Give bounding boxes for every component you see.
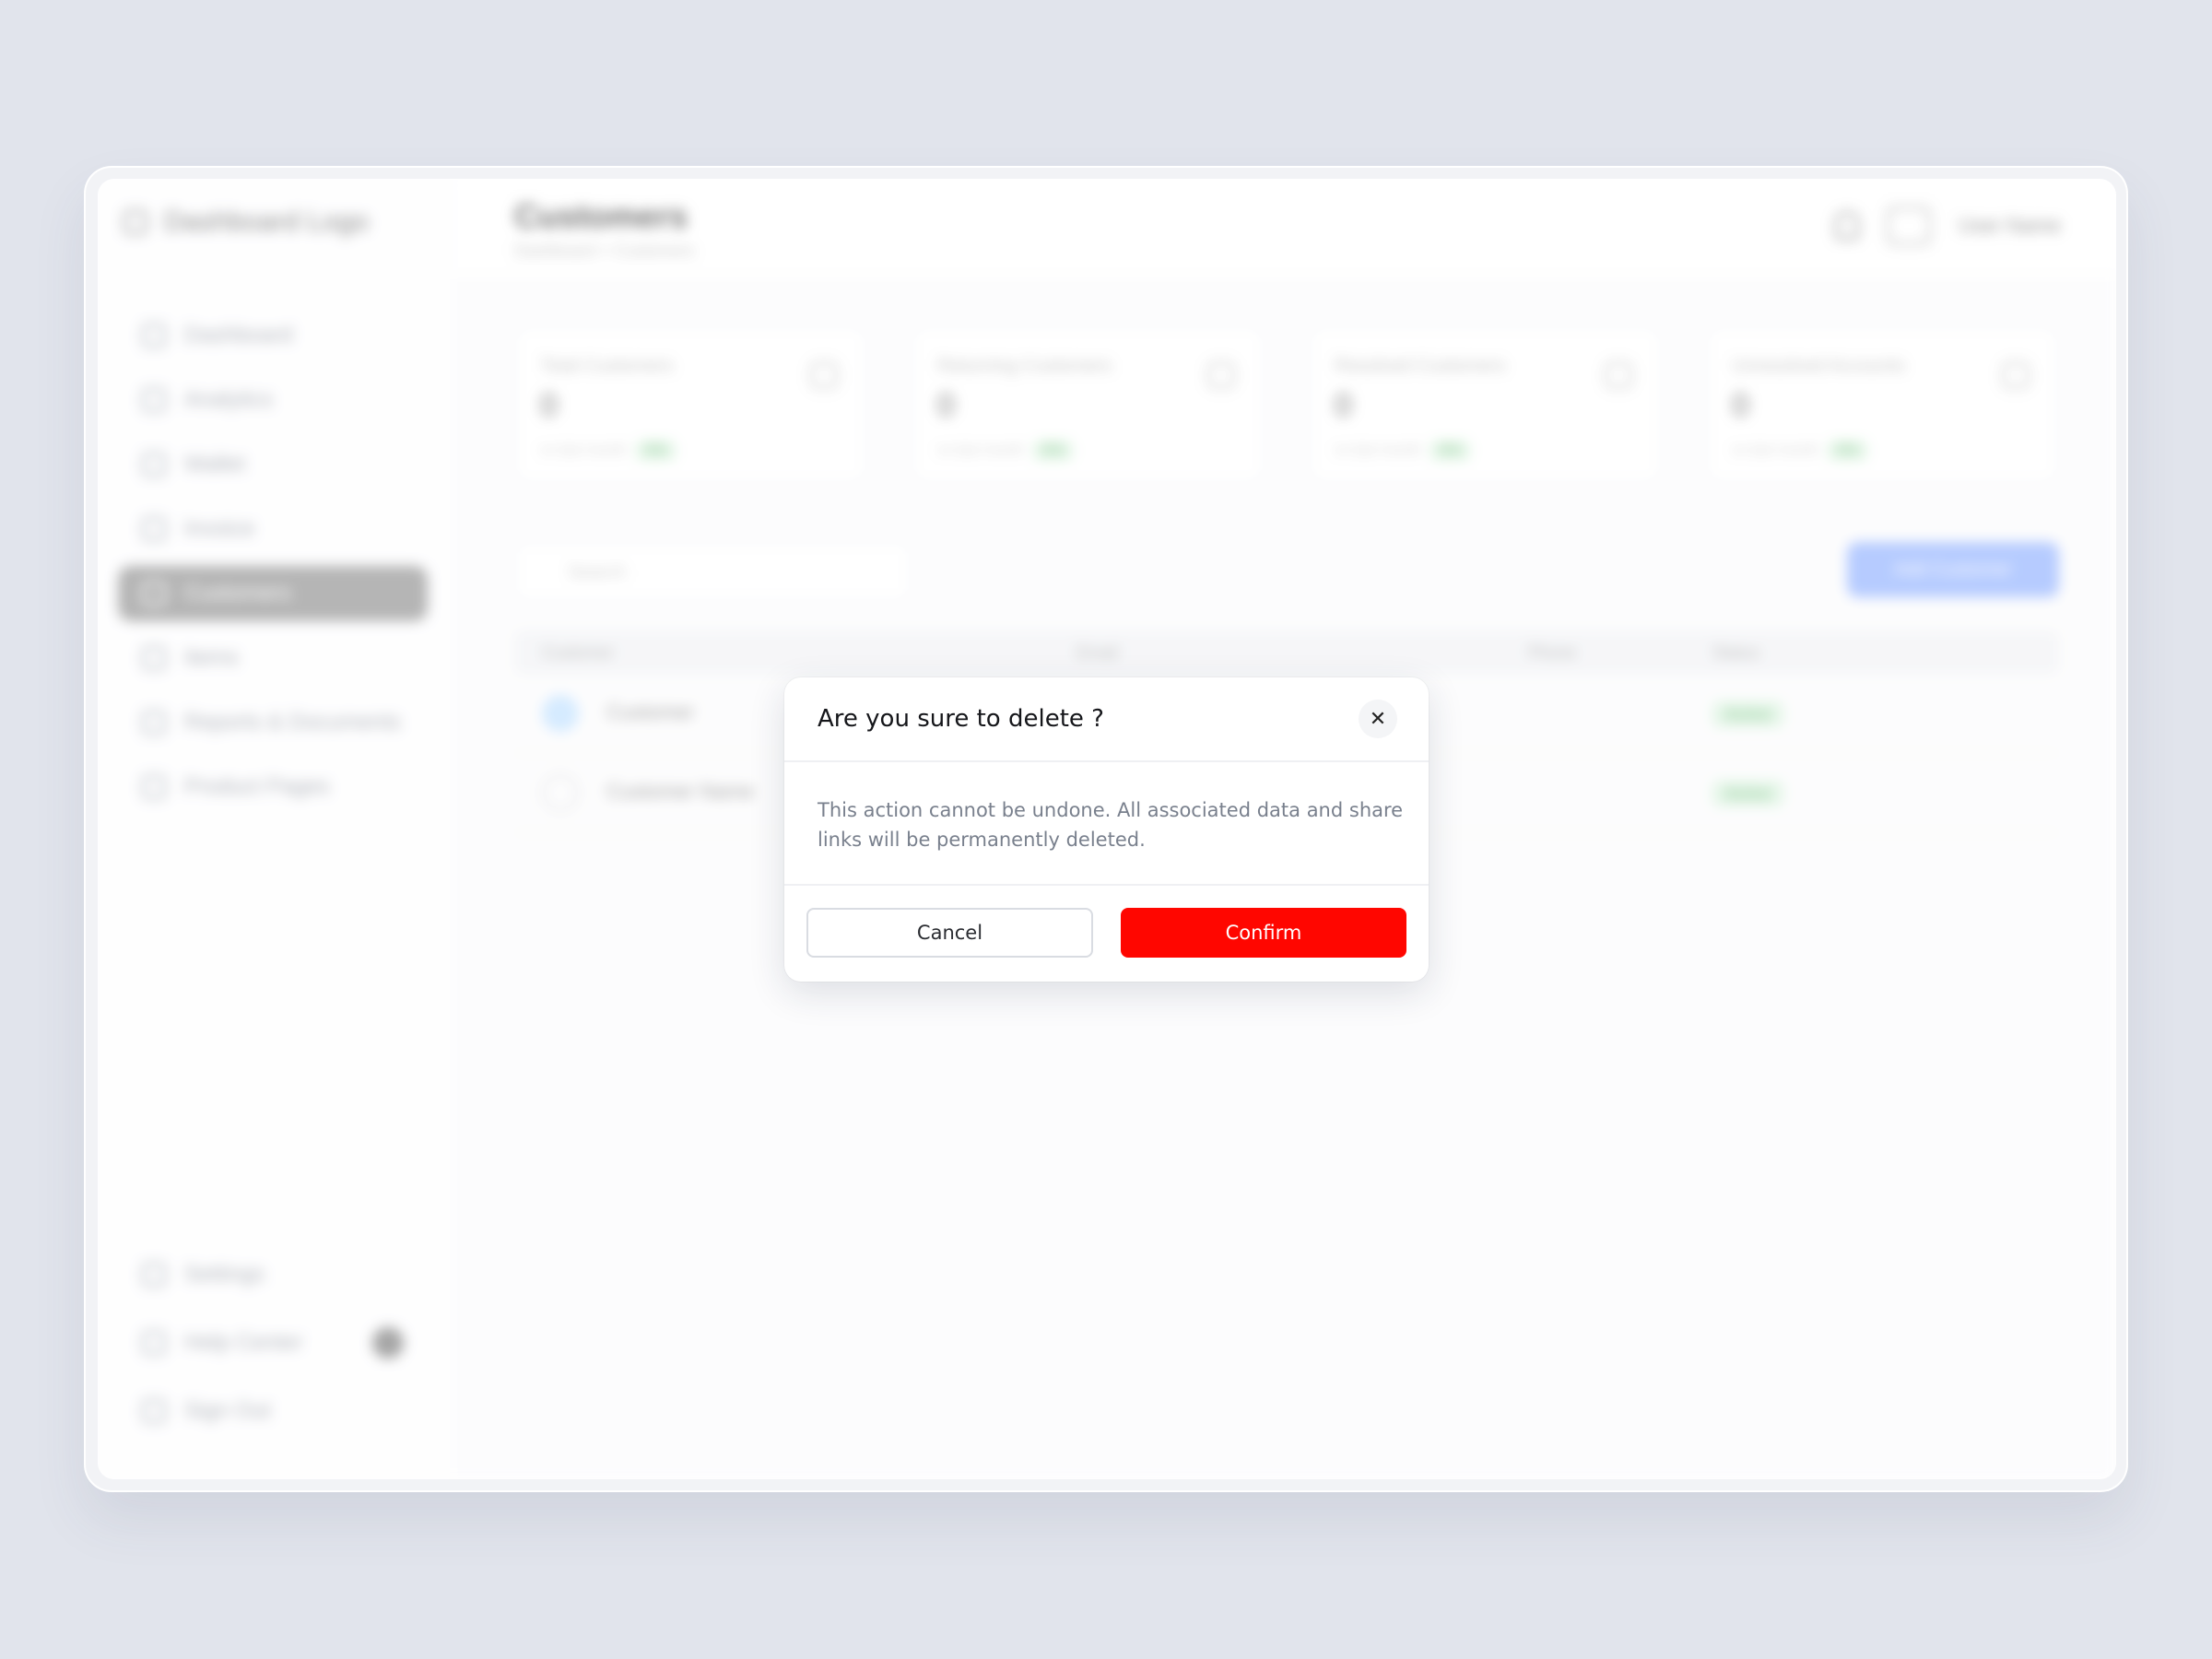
- close-button[interactable]: ✕: [1359, 700, 1397, 738]
- dialog-footer: Cancel Confirm: [784, 886, 1429, 980]
- dialog-description: This action cannot be undone. All associ…: [818, 799, 1404, 851]
- dialog-body: This action cannot be undone. All associ…: [784, 762, 1429, 886]
- confirm-button[interactable]: Confirm: [1121, 908, 1406, 958]
- dialog-header: Are you sure to delete ? ✕: [784, 677, 1429, 762]
- dialog-title: Are you sure to delete ?: [818, 705, 1104, 733]
- close-icon: ✕: [1369, 707, 1387, 730]
- cancel-button[interactable]: Cancel: [806, 908, 1093, 958]
- delete-confirm-dialog: Are you sure to delete ? ✕ This action c…: [784, 677, 1429, 982]
